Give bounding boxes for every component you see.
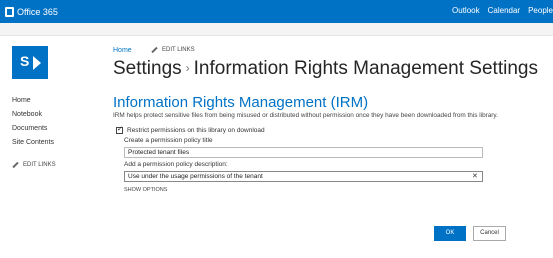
office-logo-icon [5,6,14,17]
suite-nav-people[interactable]: People [528,6,553,15]
office365-label: Office 365 [17,6,58,17]
suite-nav-outlook[interactable]: Outlook [452,6,480,15]
office365-brand[interactable]: Office 365 [5,5,58,18]
title-separator: › [185,61,190,75]
breadcrumb-home-link[interactable]: Home [113,47,132,54]
sharepoint-logo-icon[interactable]: S [12,46,48,79]
irm-description: IRM helps protect sensitive files from b… [113,112,498,119]
policy-description-input[interactable]: Use under the usage permissions of the t… [124,171,483,182]
left-nav-site-contents[interactable]: Site Contents [12,136,56,150]
show-options-link[interactable]: SHOW OPTIONS [124,187,167,193]
policy-title-label: Create a permission policy title [124,137,213,144]
left-nav-edit-links[interactable]: EDIT LINKS [12,158,56,172]
restrict-permissions-label: Restrict permissions on this library on … [127,127,265,134]
page-title-current: Information Rights Management Settings [193,58,538,79]
restrict-permissions-checkbox[interactable] [116,125,123,134]
clear-icon[interactable]: ✕ [472,172,478,180]
edit-links-top[interactable]: EDIT LINKS [151,46,195,54]
policy-title-input[interactable]: Protected tenant files [124,147,483,158]
policy-description-label: Add a permission policy description: [124,161,228,168]
suite-nav: Outlook Calendar People [444,6,553,15]
page-title-parent[interactable]: Settings [113,58,182,79]
ribbon-band [0,23,553,36]
left-nav-notebook[interactable]: Notebook [12,108,56,122]
irm-heading: Information Rights Management (IRM) [113,94,369,111]
cancel-button[interactable]: Cancel [473,226,506,241]
left-nav-documents[interactable]: Documents [12,122,56,136]
suite-bar: Office 365 Outlook Calendar People [0,0,553,23]
pencil-icon [12,161,19,169]
left-nav-edit-links-label: EDIT LINKS [23,162,56,168]
left-nav-home[interactable]: Home [12,94,56,108]
edit-links-label: EDIT LINKS [162,47,195,53]
left-nav: Home Notebook Documents Site Contents ED… [12,94,56,172]
pencil-icon [151,46,158,54]
restrict-permissions-row: Restrict permissions on this library on … [116,125,265,134]
suite-nav-calendar[interactable]: Calendar [488,6,520,15]
ok-button[interactable]: OK [434,226,466,241]
page-title: Settings › Information Rights Management S… [113,58,538,80]
